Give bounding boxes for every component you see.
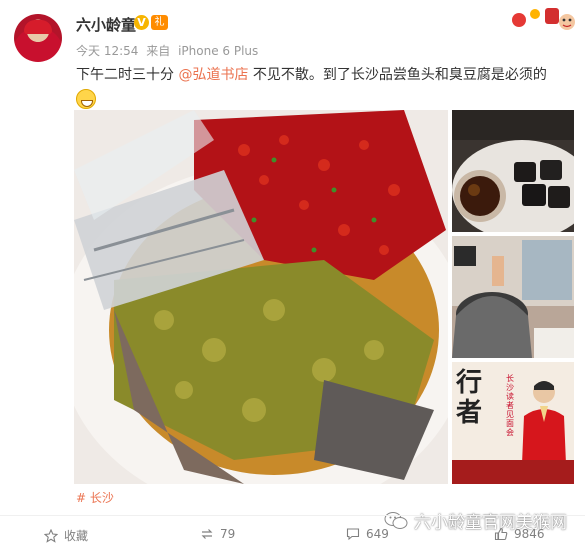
- comment-count: 649: [366, 527, 389, 541]
- grin-emoji-icon: [76, 89, 96, 109]
- like-count: 9846: [514, 527, 545, 541]
- post-text-part2: 不见不散。到了长沙品尝鱼头和臭豆腐是必须的: [248, 67, 547, 83]
- post-device[interactable]: iPhone 6 Plus: [178, 44, 258, 58]
- weibo-post: 六小龄童 V 礼 今天 12:54 来自 iPhone 6 Plus 下午二时三…: [0, 0, 585, 548]
- fish-head-illustration: [74, 110, 448, 484]
- festive-decoration-icon: [512, 8, 575, 30]
- comment-button[interactable]: 649: [346, 527, 389, 541]
- favorite-button[interactable]: 收藏: [44, 527, 88, 544]
- hotel-room-illustration: [452, 236, 574, 358]
- stinky-tofu-illustration: [452, 110, 574, 232]
- main-photo-fish-head[interactable]: [74, 110, 448, 484]
- thumb-photo-event-poster[interactable]: 行者 长沙读者见面会: [452, 362, 574, 484]
- mention-link[interactable]: @弘道书店: [178, 67, 248, 83]
- like-button[interactable]: 9846: [494, 527, 545, 541]
- avatar[interactable]: [14, 14, 62, 62]
- thumbs-up-icon: [494, 527, 508, 541]
- thumb-photo-hotel-room[interactable]: [452, 236, 574, 358]
- poster-person-illustration: [522, 381, 566, 464]
- poster-subtitle: 长沙读者见面会: [506, 374, 514, 437]
- topic-tag-link[interactable]: # 长沙: [76, 489, 114, 506]
- post-meta: 今天 12:54 来自 iPhone 6 Plus: [76, 42, 262, 59]
- repost-count: 79: [220, 527, 236, 541]
- action-bar-divider: [0, 515, 585, 516]
- post-source-prefix: 来自: [146, 44, 171, 58]
- repost-icon: [201, 529, 213, 539]
- thumb-photo-stinky-tofu[interactable]: [452, 110, 574, 232]
- comment-icon: [346, 528, 360, 541]
- gift-badge-icon[interactable]: 礼: [151, 15, 168, 30]
- verified-badge-icon[interactable]: V: [134, 15, 149, 30]
- username[interactable]: 六小龄童: [76, 14, 136, 35]
- avatar-cap: [24, 20, 52, 34]
- poster-title: 行者: [456, 368, 483, 428]
- favorite-label: 收藏: [64, 529, 89, 543]
- repost-button[interactable]: 79: [200, 527, 235, 541]
- post-text-part1: 下午二时三十分: [76, 67, 179, 83]
- star-icon: [44, 528, 58, 543]
- poster-band: [452, 460, 574, 484]
- post-time[interactable]: 今天 12:54: [76, 44, 138, 58]
